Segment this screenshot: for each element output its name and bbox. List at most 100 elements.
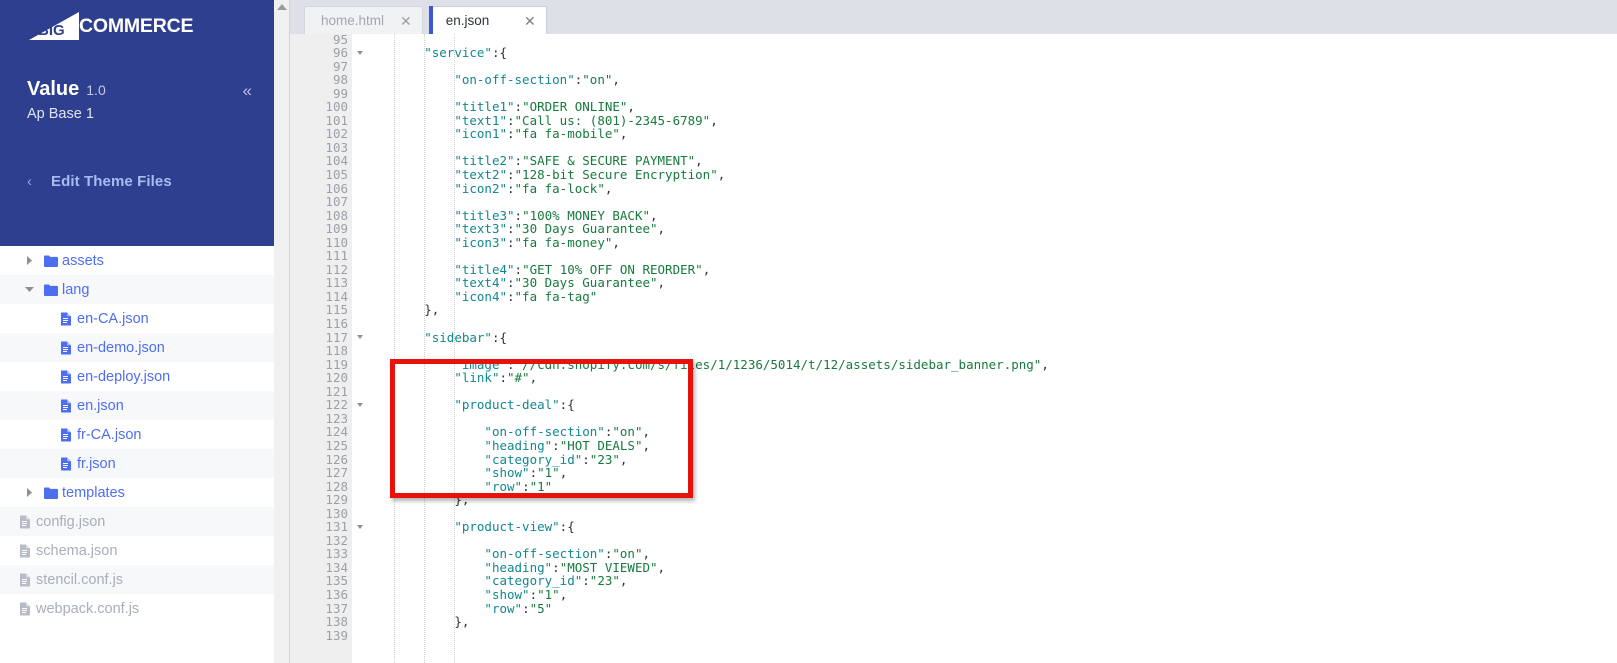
- line-number: 114: [325, 288, 348, 304]
- editor-pane: home.html ✕ en.json ✕ 949596979899100101102…: [274, 0, 1617, 663]
- code-line: "icon3":"fa fa-money",: [454, 234, 620, 250]
- left-sidebar: BIG COMMERCE Value 1.0 Ap Base 1 « ‹ Edi…: [0, 0, 274, 663]
- line-number: 136: [325, 586, 348, 602]
- line-number: 135: [325, 573, 348, 589]
- scroll-up-arrow-icon[interactable]: [276, 4, 287, 10]
- tree-item-en-demo-json[interactable]: en-demo.json: [0, 333, 274, 362]
- collapse-sidebar-icon[interactable]: «: [243, 82, 252, 99]
- code-line: "row":"1": [484, 478, 553, 494]
- line-number: 96: [290, 46, 363, 60]
- tree-item-stencil-conf-js[interactable]: stencil.conf.js: [0, 565, 274, 594]
- line-number: 131: [290, 520, 363, 534]
- tree-item-label: fr-CA.json: [77, 426, 142, 443]
- code-line: "icon1":"fa fa-mobile",: [454, 126, 628, 142]
- tab-en-json[interactable]: en.json ✕: [428, 6, 547, 34]
- theme-editor-app: BIG COMMERCE Value 1.0 Ap Base 1 « ‹ Edi…: [0, 0, 1617, 663]
- tree-item-assets[interactable]: assets: [0, 246, 274, 275]
- code-line: "title2":"SAFE & SECURE PAYMENT",: [454, 153, 703, 169]
- code-line: "icon4":"fa fa-tag": [454, 288, 598, 304]
- tab-home-html[interactable]: home.html ✕: [304, 6, 423, 34]
- code-editor[interactable]: 9495969798991001011021031041051061071081…: [290, 26, 1617, 663]
- line-number: 116: [325, 316, 348, 332]
- line-number: 108: [325, 207, 348, 223]
- code-line: "on-off-section":"on",: [484, 424, 651, 440]
- line-number: 111: [325, 248, 348, 264]
- file-icon: [55, 428, 77, 442]
- line-number: 113: [325, 275, 348, 291]
- code-fold-toggle-icon[interactable]: [357, 525, 363, 529]
- line-number: 102: [325, 126, 348, 142]
- code-line: "category_id":"23",: [484, 451, 628, 467]
- tree-item-templates[interactable]: templates: [0, 478, 274, 507]
- code-content[interactable]: }, "service":{ "on-off-section":"on", "t…: [352, 26, 1617, 663]
- tree-item-label: en-deploy.json: [77, 368, 171, 385]
- bigcommerce-logo: BIG COMMERCE: [27, 11, 194, 43]
- file-icon: [14, 573, 36, 587]
- tree-item-en-CA-json[interactable]: en-CA.json: [0, 304, 274, 333]
- chevron-right-icon[interactable]: [18, 256, 40, 265]
- sidebar-item-edit-theme-files[interactable]: ‹ Edit Theme Files: [27, 173, 172, 190]
- line-number: 123: [325, 410, 348, 426]
- tree-item-fr-CA-json[interactable]: fr-CA.json: [0, 420, 274, 449]
- line-number: 97: [332, 58, 348, 74]
- line-number: 95: [332, 31, 348, 47]
- file-icon: [14, 602, 36, 616]
- line-number: 121: [325, 383, 348, 399]
- tree-item-schema-json[interactable]: schema.json: [0, 536, 274, 565]
- code-line: "show":"1",: [484, 586, 568, 602]
- line-number: 109: [325, 221, 348, 237]
- code-line: },: [424, 302, 440, 318]
- sidebar-header: BIG COMMERCE Value 1.0 Ap Base 1 « ‹ Edi…: [0, 0, 274, 246]
- tree-item-webpack-conf-js[interactable]: webpack.conf.js: [0, 594, 274, 623]
- line-number: 130: [325, 505, 348, 521]
- code-line: "link":"#",: [454, 370, 538, 386]
- code-line: },: [454, 492, 470, 508]
- chevron-down-icon[interactable]: [18, 286, 40, 293]
- tree-item-label: en-demo.json: [77, 339, 165, 356]
- line-number: 124: [325, 424, 348, 440]
- tree-item-config-json[interactable]: config.json: [0, 507, 274, 536]
- line-number: 132: [325, 532, 348, 548]
- code-fold-toggle-icon[interactable]: [357, 50, 363, 55]
- file-icon: [55, 457, 77, 471]
- tree-item-label: templates: [62, 484, 125, 501]
- file-icon: [55, 341, 77, 355]
- file-tree: assets lang en-CA.json en-demo.json en-deplo…: [0, 246, 274, 663]
- tree-item-fr-json[interactable]: fr.json: [0, 449, 274, 478]
- code-line: "category_id":"23",: [484, 573, 628, 589]
- code-line: "text1":"Call us: (801)-2345-6789",: [454, 112, 718, 128]
- code-fold-toggle-icon[interactable]: [357, 403, 363, 408]
- theme-info: Value 1.0 Ap Base 1 «: [27, 78, 254, 123]
- editor-vertical-scrollbar[interactable]: [274, 0, 290, 663]
- chevron-right-icon[interactable]: [18, 488, 40, 497]
- line-number-gutter: 9495969798991001011021031041051061071081…: [290, 26, 363, 663]
- code-line: "service":{: [424, 45, 508, 61]
- code-line: "on-off-section":"on",: [454, 72, 620, 88]
- edit-theme-files-label: Edit Theme Files: [51, 173, 172, 190]
- editor-tab-bar: home.html ✕ en.json ✕: [290, 0, 1617, 34]
- tree-item-en-json[interactable]: en.json: [0, 391, 274, 420]
- code-line: "sidebar":{: [424, 329, 508, 345]
- line-number: 119: [325, 356, 348, 372]
- close-icon[interactable]: ✕: [400, 14, 412, 28]
- tree-item-label: webpack.conf.js: [36, 600, 140, 617]
- line-number: 110: [325, 234, 348, 250]
- tree-item-lang[interactable]: lang: [0, 275, 274, 304]
- code-line: },: [454, 614, 470, 630]
- tree-item-en-deploy-json[interactable]: en-deploy.json: [0, 362, 274, 391]
- svg-text:BIG: BIG: [38, 22, 65, 39]
- code-line: "title3":"100% MONEY BACK",: [454, 207, 658, 223]
- code-fold-toggle-icon[interactable]: [357, 335, 363, 340]
- close-icon[interactable]: ✕: [524, 14, 536, 28]
- theme-version: 1.0: [86, 82, 106, 98]
- tree-item-label: en.json: [77, 397, 124, 414]
